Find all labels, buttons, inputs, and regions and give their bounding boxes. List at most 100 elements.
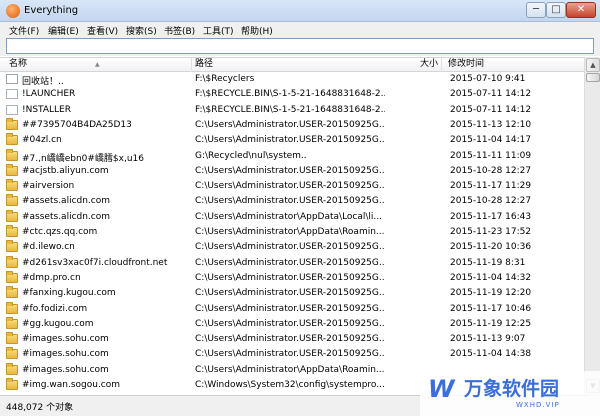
row-name: #images.sohu.com <box>22 349 109 360</box>
table-row[interactable]: #d.ilewo.cn C:\Users\Administrator.USER-2… <box>0 240 584 255</box>
row-name: #7.,n嶠嶠ebn0#嶠膤$x,u16 <box>22 153 144 164</box>
row-path: C:\Users\Administrator.USER-20150925G... <box>195 318 385 329</box>
menu-tools[interactable]: 工具(T) <box>203 24 234 37</box>
row-path: C:\Users\Administrator.USER-20150925G... <box>195 334 385 345</box>
row-name: #acjstb.aliyun.com <box>22 165 109 176</box>
table-row[interactable]: #assets.alicdn.com C:\Users\Administrator… <box>0 209 584 225</box>
table-row[interactable]: #dmp.pro.cn C:\Users\Administrator.USER-2… <box>0 270 584 286</box>
column-name-header[interactable]: 名称 ▲ <box>0 58 192 72</box>
table-row[interactable]: #ctc.qzs.qq.com C:\Users\Administrator\Ap… <box>0 225 584 240</box>
table-row[interactable]: #airversion C:\Users\Administrator.USER-2… <box>0 179 584 194</box>
folder-icon <box>6 225 18 237</box>
row-date: 2015-11-13 12:10 <box>450 119 532 130</box>
row-path: C:\Users\Administrator.USER-20150925G... <box>195 196 385 207</box>
folder-icon <box>6 133 18 146</box>
row-name: #gg.kugou.com <box>22 318 94 329</box>
vertical-scrollbar[interactable]: ▲ ▼ <box>584 57 600 395</box>
folder-icon <box>6 270 18 283</box>
table-row[interactable]: #fanxing.kugou.com C:\Users\Administrator… <box>0 286 584 301</box>
watermark: W 万象软件园 WXHD.VIP <box>420 371 600 416</box>
table-row[interactable]: 回收站！.. F:\$Recyclers 2015-07-10 9:41 <box>0 72 584 87</box>
row-path: C:\Windows\System32\config\systempro... <box>195 380 385 390</box>
folder-icon <box>6 148 18 161</box>
close-button[interactable]: ✕ <box>566 2 596 18</box>
row-date: 2015-07-11 14:12 <box>450 89 532 100</box>
recycle-bin-icon <box>6 74 18 84</box>
table-row[interactable]: #assets.alicdn.com C:\Users\Administrator… <box>0 194 584 209</box>
table-row[interactable]: #04zl.cn C:\Users\Administrator.USER-2015… <box>0 133 584 148</box>
column-header: 名称 ▲ 路径 大小 修改时间 <box>0 57 584 72</box>
table-row[interactable]: !NSTALLER F:\$RECYCLE.BIN\S-1-5-21-164883… <box>0 103 584 118</box>
scroll-thumb[interactable] <box>586 73 600 82</box>
column-size-label: 大小 <box>419 59 438 69</box>
scroll-up-icon[interactable]: ▲ <box>586 58 600 72</box>
folder-icon <box>6 194 18 207</box>
menu-edit[interactable]: 编辑(E) <box>48 24 79 37</box>
row-path: C:\Users\Administrator\AppData\Local\li.… <box>195 211 383 222</box>
row-name: #fo.fodizi.com <box>22 303 88 314</box>
maximize-button[interactable]: □ <box>546 2 566 18</box>
row-name: #assets.alicdn.com <box>22 196 111 207</box>
row-date: 2015-10-28 12:27 <box>450 165 532 176</box>
row-date: 2015-11-17 10:46 <box>450 303 532 314</box>
row-date: 2015-11-13 9:07 <box>450 334 526 345</box>
row-path: F:\$RECYCLE.BIN\S-1-5-21-1648831648-2... <box>195 89 385 100</box>
row-date: 2015-11-20 10:36 <box>450 242 532 253</box>
row-name: #dmp.pro.cn <box>22 272 81 283</box>
column-size-header[interactable]: 大小 <box>396 58 442 72</box>
row-name: #ctc.qzs.qq.com <box>22 227 98 237</box>
table-row[interactable]: !LAUNCHER F:\$RECYCLE.BIN\S-1-5-21-164883… <box>0 87 584 102</box>
column-date-header[interactable]: 修改时间 <box>442 58 584 72</box>
menu-search[interactable]: 搜索(S) <box>126 24 157 37</box>
row-path: C:\Users\Administrator\AppData\Roamin... <box>195 364 385 375</box>
row-name: 回收站！.. <box>22 77 64 87</box>
everything-app-icon <box>6 4 20 18</box>
folder-icon <box>6 347 18 360</box>
row-name: #airversion <box>22 181 75 192</box>
row-path: C:\Users\Administrator.USER-20150925G... <box>195 257 385 268</box>
row-path: C:\Users\Administrator.USER-20150925G... <box>195 272 385 283</box>
row-name: #img.wan.sogou.com <box>22 380 121 390</box>
table-row[interactable]: #d261sv3xac0f7i.cloudfront.net C:\Users\A… <box>0 255 584 271</box>
table-row[interactable]: #gg.kugou.com C:\Users\Administrator.USER… <box>0 316 584 332</box>
row-date: 2015-11-11 11:09 <box>450 150 532 161</box>
menu-bookmarks[interactable]: 书签(B) <box>164 24 195 37</box>
table-row[interactable]: #fo.fodizi.com C:\Users\Administrator.USE… <box>0 301 584 317</box>
row-name: #d261sv3xac0f7i.cloudfront.net <box>22 257 168 268</box>
title-bar: Everything ─ □ ✕ <box>0 0 600 22</box>
row-date: 2015-11-04 14:32 <box>450 272 532 283</box>
table-row[interactable]: #images.sohu.com C:\Users\Administrator.U… <box>0 332 584 347</box>
folder-icon <box>6 179 18 192</box>
folder-icon <box>6 240 18 253</box>
row-name: #fanxing.kugou.com <box>22 288 116 299</box>
row-date: 2015-11-17 11:29 <box>450 181 532 192</box>
row-date: 2015-11-19 8:31 <box>450 257 526 268</box>
row-path: C:\Users\Administrator\AppData\Roamin... <box>195 227 385 237</box>
object-count: 448,072 个对象 <box>6 403 74 413</box>
results-list: 回收站！.. F:\$Recyclers 2015-07-10 9:41 !LAUNC… <box>0 72 584 395</box>
table-row[interactable]: #acjstb.aliyun.com C:\Users\Administrator… <box>0 163 584 179</box>
table-row[interactable]: #images.sohu.com C:\Users\Administrator.U… <box>0 347 584 362</box>
folder-icon <box>6 209 18 222</box>
table-row[interactable]: ##7395704B4DA25D13 C:\Users\Administrator… <box>0 117 584 133</box>
minimize-button[interactable]: ─ <box>526 2 546 18</box>
search-input[interactable] <box>6 38 594 54</box>
row-path: C:\Users\Administrator.USER-20150925G... <box>195 349 385 360</box>
table-row[interactable]: #7.,n嶠嶠ebn0#嶠膤$x,u16 G:\Recycled\nul\syst… <box>0 148 584 164</box>
folder-icon <box>6 301 18 314</box>
menu-view[interactable]: 查看(V) <box>87 24 118 37</box>
row-path: C:\Users\Administrator.USER-20150925G... <box>195 242 385 253</box>
folder-icon <box>6 378 18 390</box>
column-date-label: 修改时间 <box>448 59 485 69</box>
row-date: 2015-11-19 12:25 <box>450 318 532 329</box>
menu-bar: 文件(F) 编辑(E) 查看(V) 搜索(S) 书签(B) 工具(T) 帮助(H… <box>0 22 600 37</box>
watermark-subtext: WXHD.VIP <box>516 401 560 409</box>
watermark-text: 万象软件园 <box>464 378 560 400</box>
folder-icon <box>6 163 18 176</box>
row-name: #assets.alicdn.com <box>22 211 111 222</box>
menu-help[interactable]: 帮助(H) <box>241 24 273 37</box>
folder-icon <box>6 255 18 268</box>
folder-icon <box>6 316 18 329</box>
menu-file[interactable]: 文件(F) <box>9 24 39 37</box>
folder-icon <box>6 286 18 299</box>
